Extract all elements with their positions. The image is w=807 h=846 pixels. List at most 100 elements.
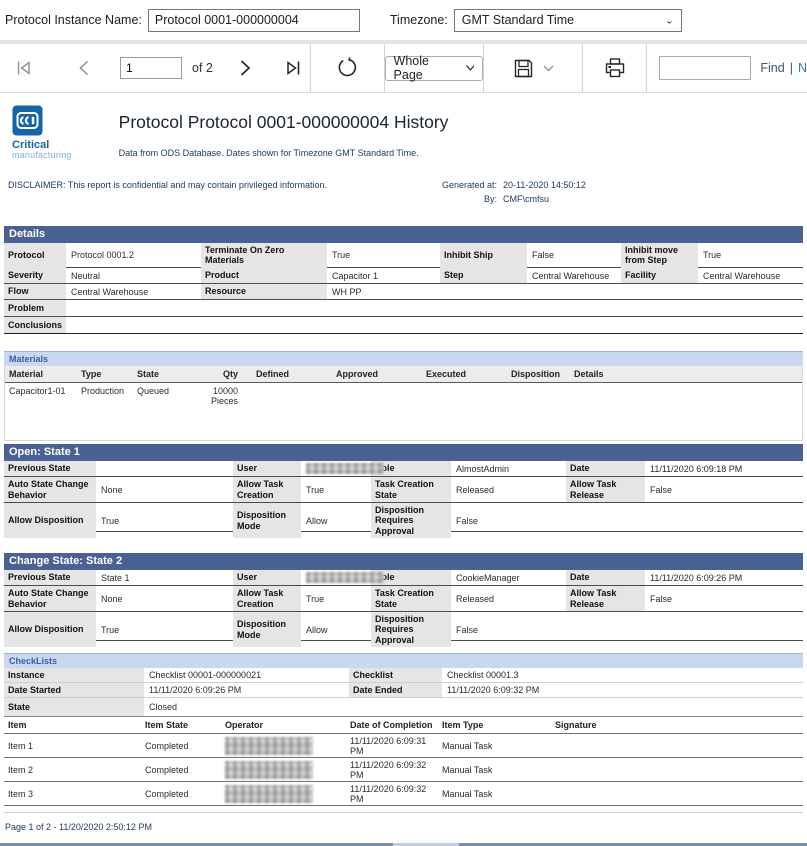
next-link[interactable]: N [798, 61, 807, 75]
protocol-instance-name-input[interactable] [148, 9, 360, 32]
export-group [483, 44, 582, 92]
zoom-select[interactable]: Whole Page [385, 56, 484, 81]
next-page-button[interactable] [237, 58, 253, 78]
column-header: Executed [422, 369, 507, 379]
redacted-operator-name [225, 737, 313, 755]
redacted-user-name [306, 572, 384, 583]
column-header: State [133, 369, 195, 379]
find-input[interactable] [659, 56, 751, 80]
label-cell: Disposition Mode [233, 503, 301, 538]
state-row: Auto State Change Behavior None Allow Ta… [4, 586, 803, 612]
value-cell: True [301, 477, 371, 502]
label-cell: Date Started [4, 683, 144, 697]
report-title: Protocol Protocol 0001-000000004 History [119, 112, 449, 133]
label-cell: Auto State Change Behavior [4, 477, 96, 502]
details-row: Conclusions [4, 317, 803, 334]
report-viewer-page: Protocol Instance Name: Timezone: GMT St… [0, 0, 807, 846]
label-cell: Protocol [4, 243, 66, 268]
label-cell: Allow Task Release [566, 586, 645, 611]
chevron-down-icon: ⌄ [665, 15, 674, 25]
first-page-button[interactable] [14, 58, 34, 78]
checklist-item-row: Item 1 Completed 11/11/2020 6:09:31 PM M… [4, 734, 803, 758]
save-icon [513, 58, 534, 79]
timezone-select[interactable]: GMT Standard Time ⌄ [454, 9, 682, 32]
label-cell: Previous State [4, 461, 96, 476]
checklist-info-row: State Closed [4, 698, 803, 716]
refresh-button[interactable] [336, 57, 358, 79]
state-row: Allow Disposition True Disposition Mode … [4, 612, 803, 641]
item-cell: Item 1 [4, 741, 141, 751]
next-page-icon [237, 58, 253, 78]
print-group [582, 44, 646, 92]
completion-date-cell: 11/11/2020 6:09:32 PM [346, 760, 438, 780]
value-cell: 11/11/2020 6:09:32 PM [442, 683, 803, 697]
operator-cell [221, 737, 346, 755]
zoom-group: Whole Page [384, 44, 484, 92]
timezone-selected-value: GMT Standard Time [462, 13, 574, 27]
value-cell [66, 300, 803, 316]
column-header: Operator [221, 720, 346, 730]
operator-cell [221, 761, 346, 779]
find-link[interactable]: Find [760, 61, 784, 75]
operator-cell [221, 785, 346, 803]
value-cell [301, 461, 371, 476]
label-cell: Allow Task Release [566, 477, 645, 502]
checklists-section: CheckLists Instance Checklist 00001-0000… [4, 653, 803, 806]
generated-by-value: CMF\cmfsu [503, 194, 615, 204]
label-cell: Disposition Requires Approval [371, 612, 451, 647]
protocol-instance-name-label: Protocol Instance Name: [5, 13, 142, 27]
column-header: Type [77, 369, 133, 379]
first-page-icon [14, 58, 34, 78]
column-header: Item [4, 720, 141, 730]
label-cell: Allow Task Creation [233, 477, 301, 502]
checklist-item-row: Item 3 Completed 11/11/2020 6:09:32 PM M… [4, 782, 803, 806]
report-subtitle: Data from ODS Database. Dates shown for … [119, 148, 449, 158]
qty-unit: Pieces [199, 396, 238, 406]
refresh-icon [336, 57, 358, 79]
column-header: Date of Completion [346, 720, 438, 730]
generated-block: Generated at: 20-11-2020 14:50:12 By: CM… [442, 180, 615, 204]
label-cell: Disposition Mode [233, 612, 301, 647]
parameter-bar: Protocol Instance Name: Timezone: GMT St… [0, 0, 807, 40]
column-header: Material [5, 369, 77, 379]
column-header: Approved [332, 369, 422, 379]
redacted-operator-name [225, 761, 313, 779]
item-state-cell: Completed [141, 741, 221, 751]
value-cell: Capacitor 1 [327, 268, 440, 283]
value-cell [66, 317, 803, 333]
details-row: Protocol Protocol 0001.2 Terminate On Ze… [4, 243, 803, 268]
details-section: Details Protocol Protocol 0001.2 Termina… [4, 226, 803, 334]
label-cell: Product [201, 268, 327, 283]
label-cell: Inhibit Ship [440, 243, 527, 268]
column-header: Item Type [438, 720, 551, 730]
label-cell: Terminate On Zero Materials [201, 243, 327, 268]
materials-row: Capacitor1-01 Production Queued 10000 Pi… [5, 383, 802, 421]
item-type-cell: Manual Task [438, 765, 551, 775]
previous-page-button[interactable] [76, 58, 92, 78]
qty-cell: 10000 Pieces [195, 386, 242, 406]
open-state-header: Open: State 1 [4, 444, 803, 461]
logo-block: Critical manufacturing [12, 105, 72, 160]
export-button[interactable] [513, 58, 554, 79]
printer-icon [604, 57, 626, 79]
item-state-cell: Completed [141, 765, 221, 775]
label-cell: Severity [4, 268, 66, 283]
value-cell: True [96, 612, 233, 647]
column-header: Qty [195, 369, 242, 379]
current-page-input[interactable] [120, 57, 182, 79]
label-cell: Conclusions [4, 317, 66, 333]
value-cell: CookieManager [451, 570, 566, 585]
item-cell: Item 3 [4, 789, 141, 799]
label-cell: Resource [201, 284, 327, 299]
last-page-button[interactable] [283, 58, 303, 78]
value-cell [96, 461, 233, 476]
details-row: Severity Neutral Product Capacitor 1 Ste… [4, 268, 803, 284]
value-cell [301, 570, 371, 585]
materials-column-headers: Material Type State Qty Defined Approved… [5, 366, 802, 383]
print-button[interactable] [604, 57, 626, 79]
disclaimer-row: DISCLAIMER: This report is confidential … [8, 180, 807, 204]
item-state-cell: Completed [141, 789, 221, 799]
redacted-operator-name [225, 785, 313, 803]
materials-table: Material Type State Qty Defined Approved… [4, 366, 803, 441]
value-cell: Checklist 00001.3 [442, 668, 803, 682]
